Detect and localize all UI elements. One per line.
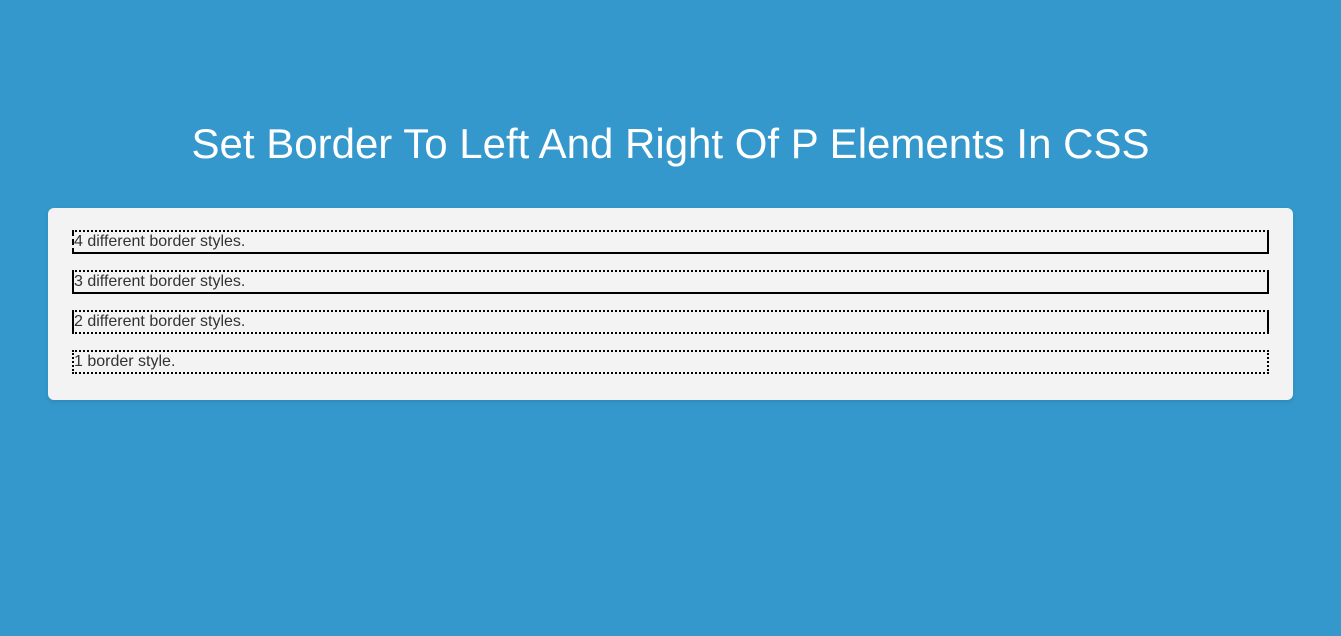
border-example-three: 3 different border styles. [72,270,1269,294]
page-title: Set Border To Left And Right Of P Elemen… [0,0,1341,208]
border-example-four: 4 different border styles. [72,230,1269,254]
example-card: 4 different border styles. 3 different b… [48,208,1293,400]
border-example-one: 1 border style. [72,350,1269,374]
border-example-two: 2 different border styles. [72,310,1269,334]
